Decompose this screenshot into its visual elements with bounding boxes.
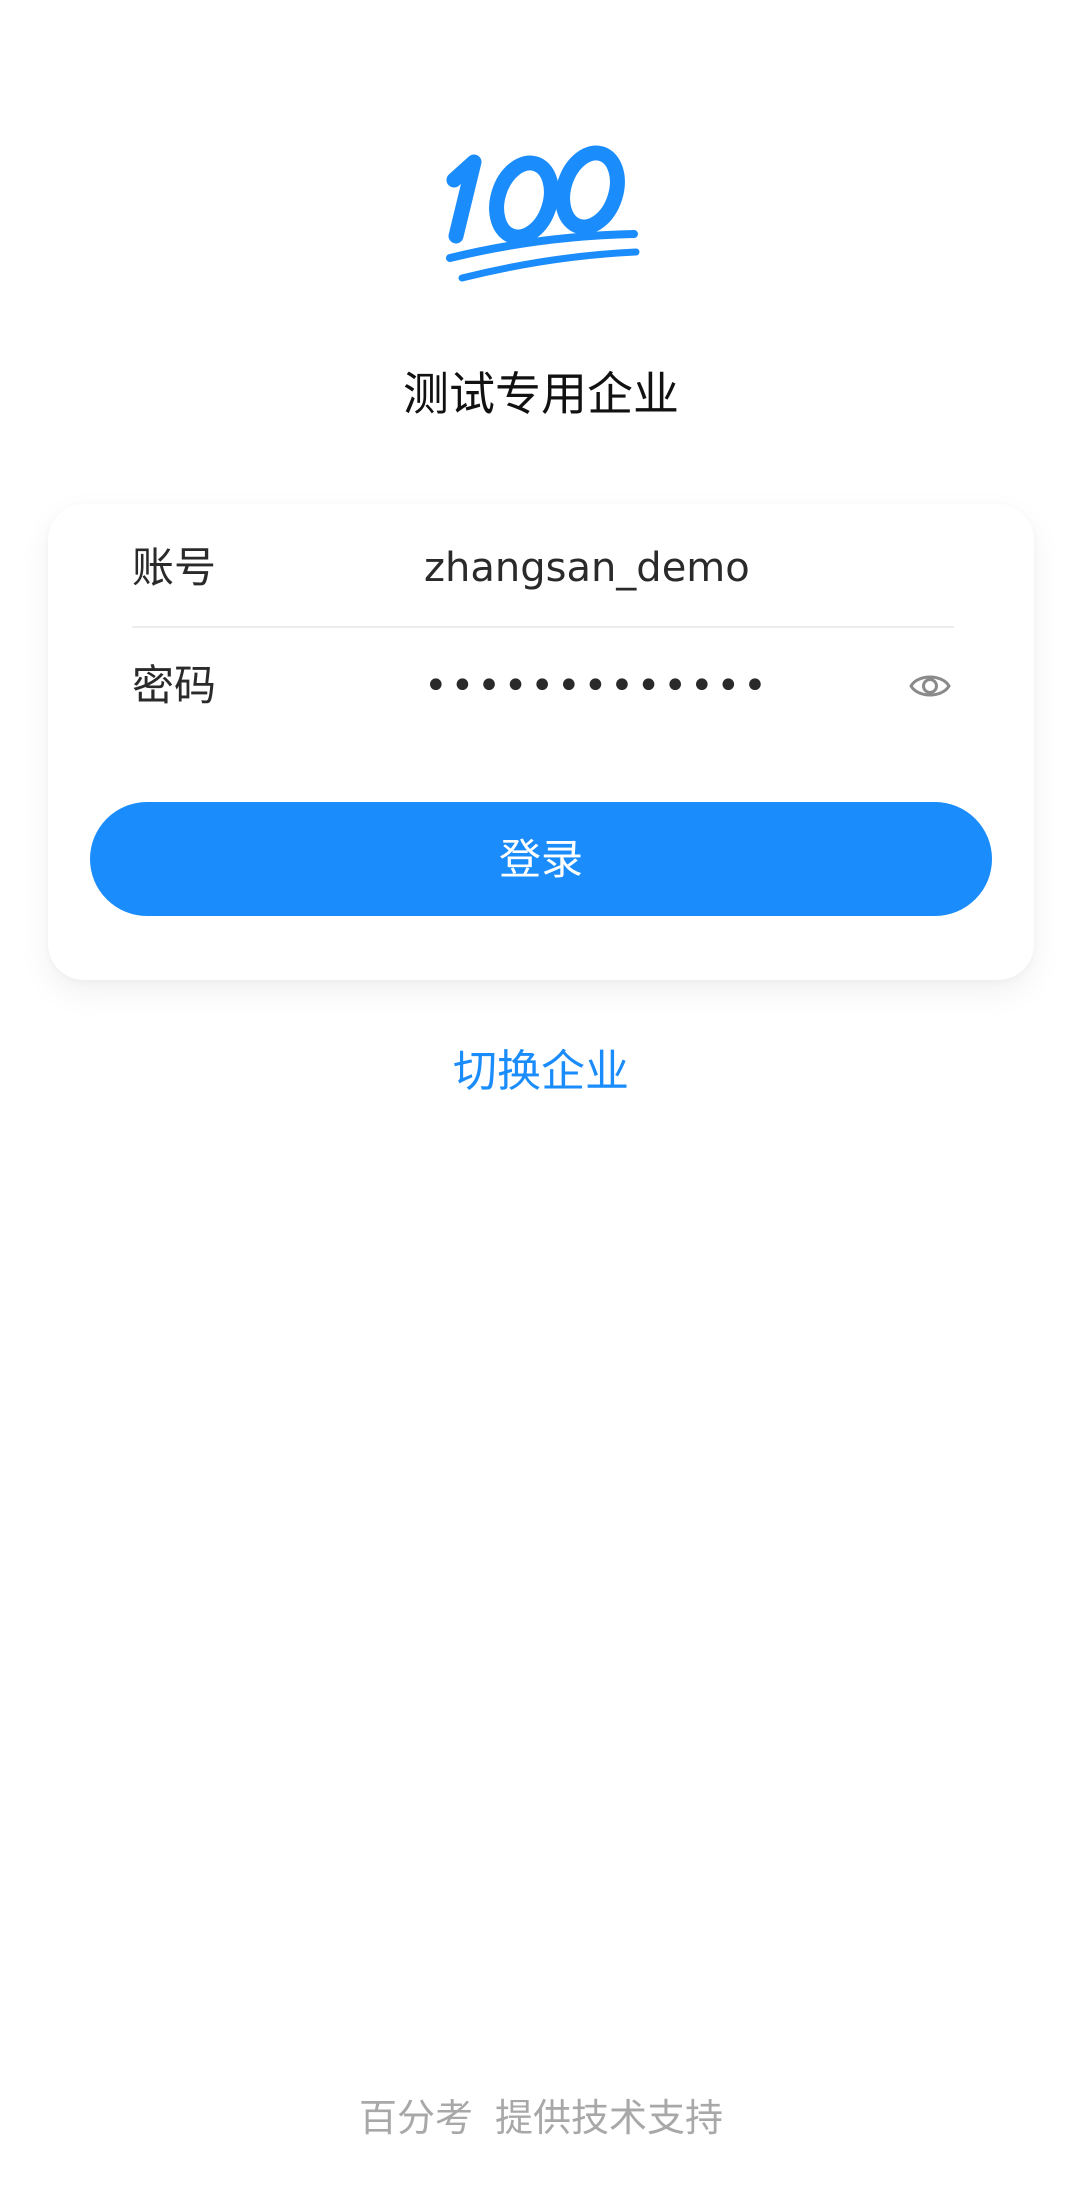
eye-icon[interactable]	[908, 666, 952, 706]
login-page: 测试专用企业 账号 zhangsan_demo 密码 •••••••••••••…	[0, 0, 1082, 2202]
password-row: 密码 •••••••••••••	[132, 628, 954, 744]
hundred-points-icon	[446, 145, 640, 282]
password-input[interactable]: •••••••••••••	[424, 628, 770, 744]
account-input[interactable]: zhangsan_demo	[424, 510, 750, 626]
switch-organization-link[interactable]: 切换企业	[0, 1040, 1082, 1104]
account-label: 账号	[132, 543, 217, 592]
account-row: 账号 zhangsan_demo	[132, 510, 954, 628]
footer-text: 百分考 提供技术支持	[358, 2096, 724, 2140]
password-label: 密码	[132, 661, 217, 710]
login-card: 账号 zhangsan_demo 密码 ••••••••••••• 登录	[48, 504, 1034, 980]
organization-title: 测试专用企业	[403, 367, 679, 421]
login-button[interactable]: 登录	[90, 802, 992, 916]
